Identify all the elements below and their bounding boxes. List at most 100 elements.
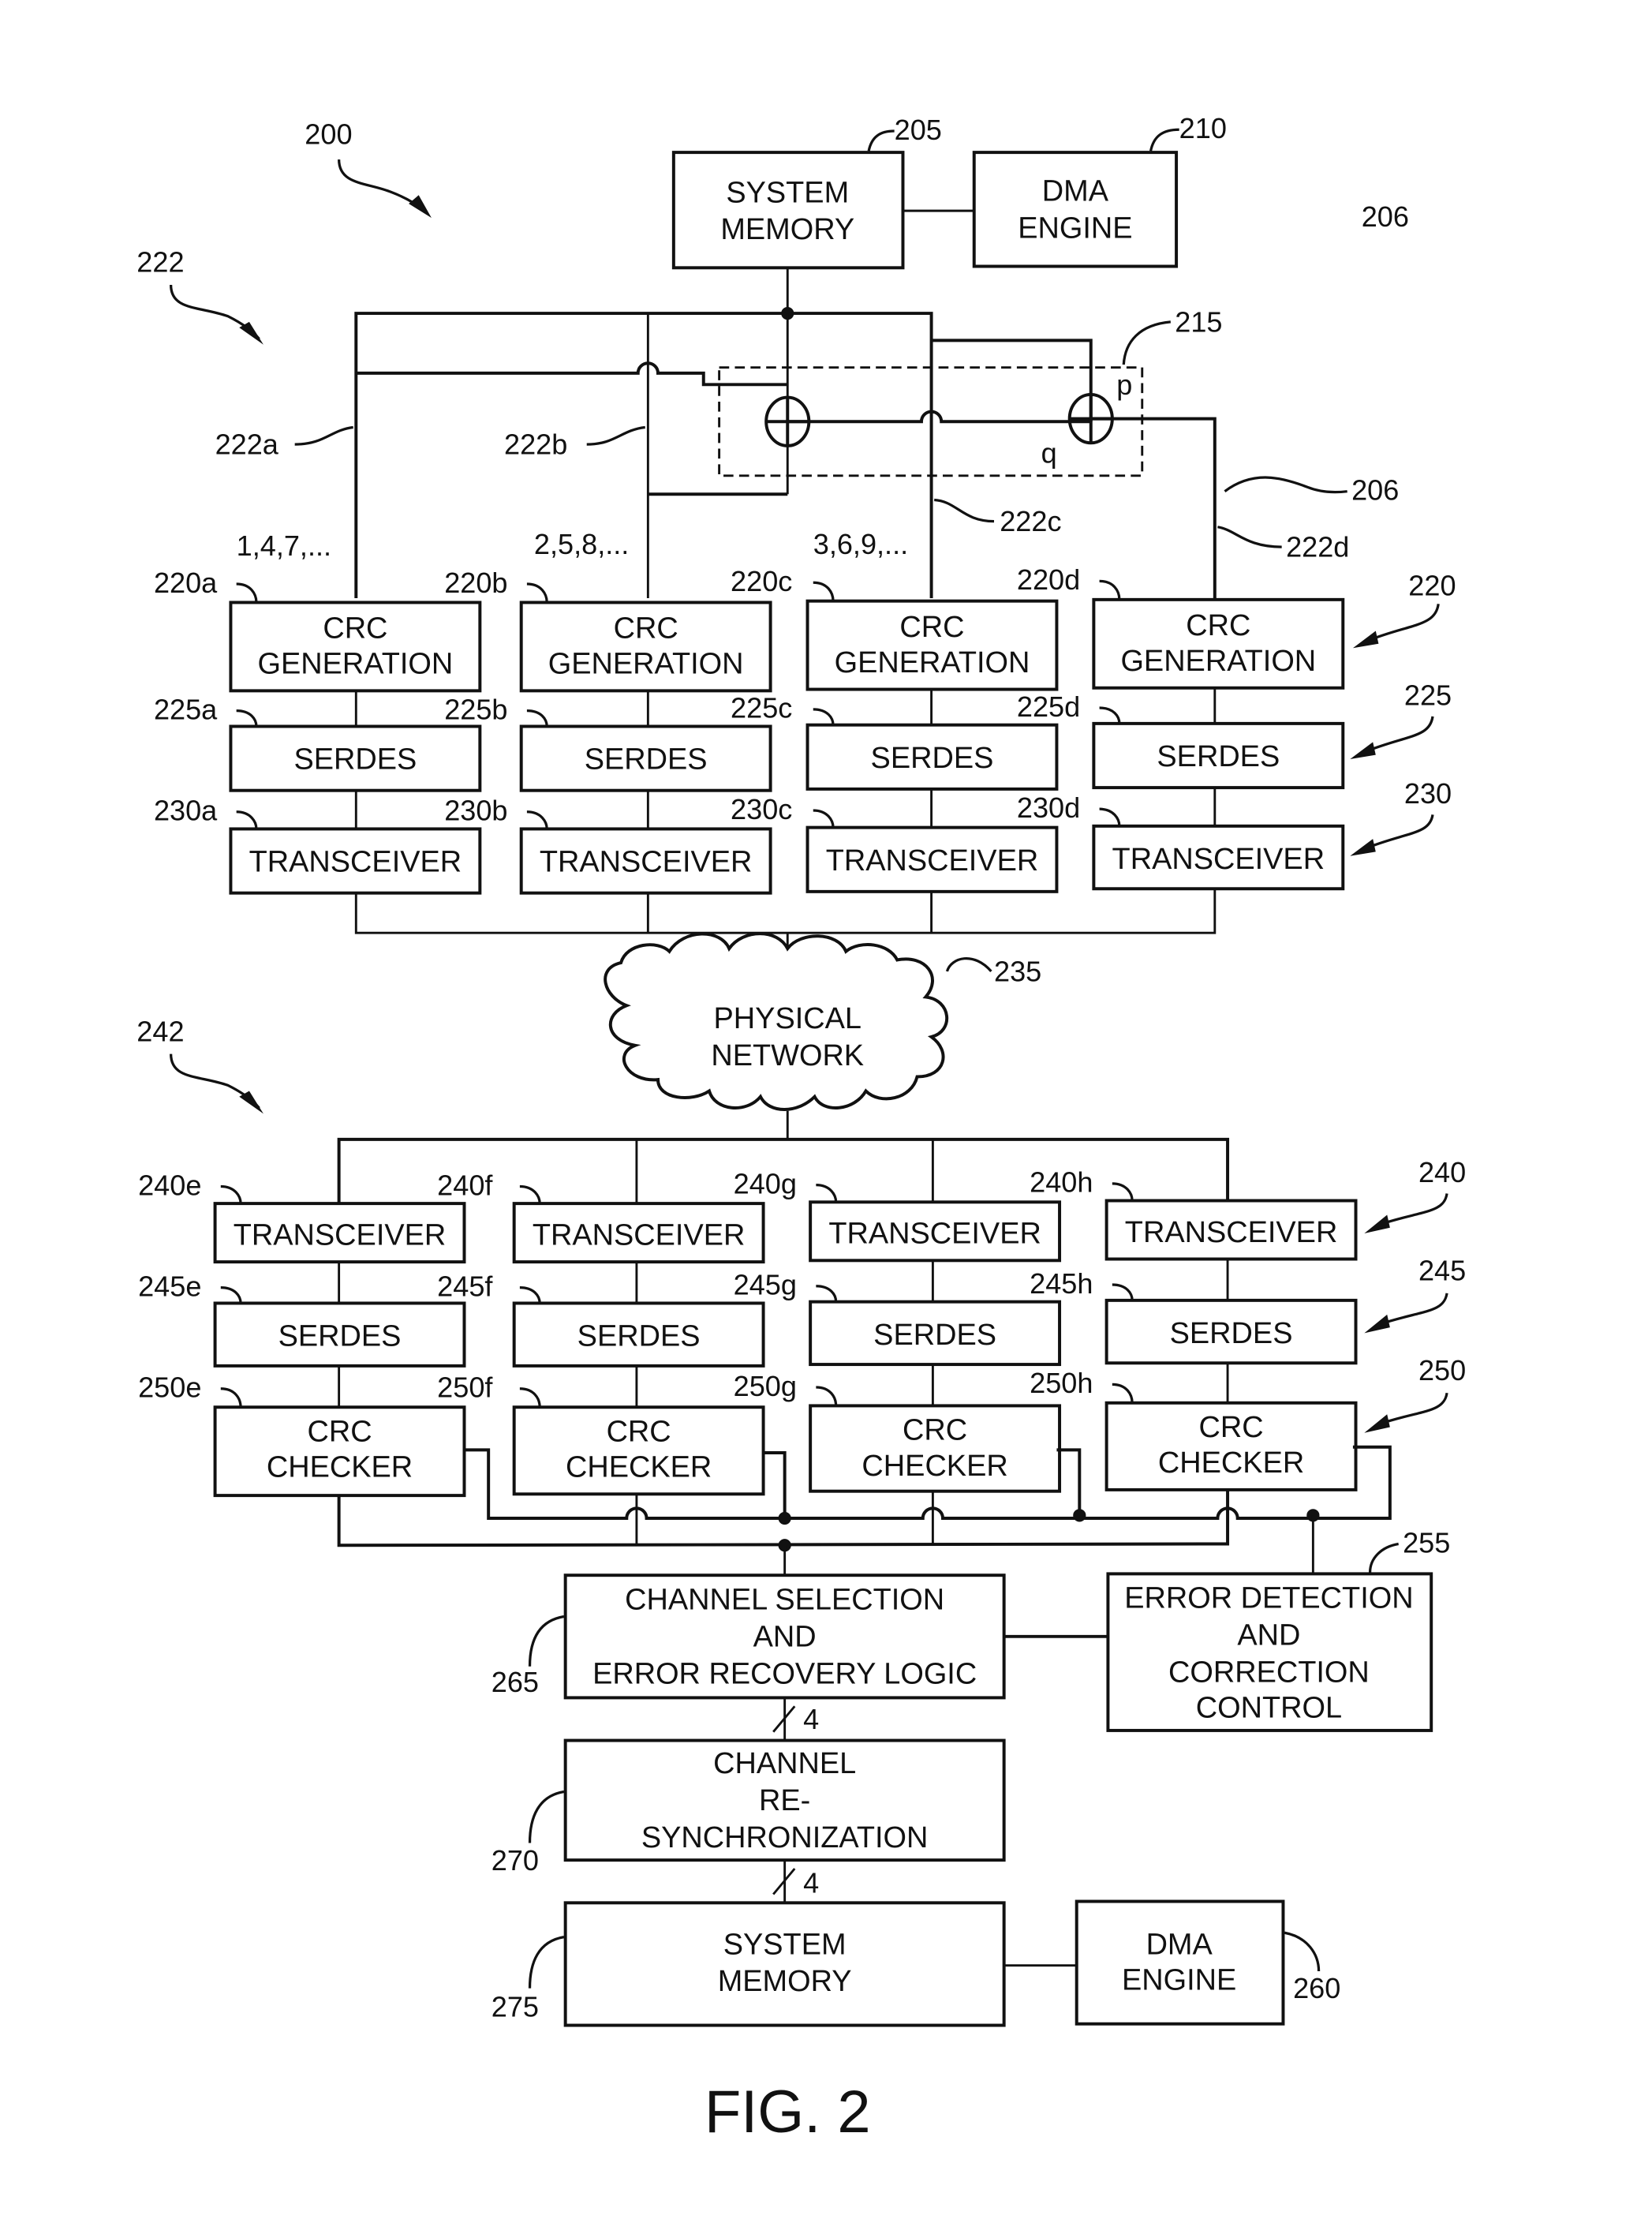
ref-222c-leader xyxy=(934,498,995,523)
network-line-2: NETWORK xyxy=(711,1039,864,1072)
rx-dma-line-1: DMA xyxy=(1146,1928,1213,1961)
ref-225-arrowhead xyxy=(1350,742,1376,759)
ref-crc-generation: 220b xyxy=(444,567,507,599)
bus-width-2: 4 xyxy=(803,1867,819,1899)
ref-leader xyxy=(816,1386,838,1406)
ref-leader xyxy=(1099,706,1121,724)
resync-line-2: RE- xyxy=(759,1784,810,1817)
ref-250-arrow xyxy=(1377,1392,1448,1426)
serdes-label: SERDES xyxy=(873,1319,996,1352)
ref-230: 230 xyxy=(1404,777,1452,810)
ref-222a: 222a xyxy=(215,428,279,461)
channel-selection-block: CHANNEL SELECTION AND ERROR RECOVERY LOG… xyxy=(563,1574,1006,1700)
ref-220-arrowhead xyxy=(1352,631,1379,649)
ref-225: 225 xyxy=(1404,679,1452,711)
crc-checker-line-2: CHECKER xyxy=(1158,1446,1304,1480)
rx-system-memory-line-1: SYSTEM xyxy=(723,1928,847,1961)
error-detection-line-4: CONTROL xyxy=(1196,1692,1342,1725)
ref-215: 215 xyxy=(1175,306,1222,339)
ref-leader xyxy=(526,582,548,603)
rx-channel-column: TRANSCEIVER 240h SERDES 245h CRCCHECKER 250h xyxy=(1030,1166,1358,1491)
network-line-1: PHYSICAL xyxy=(714,1002,862,1035)
ref-leader xyxy=(1112,1182,1134,1201)
ref-leader xyxy=(526,709,548,727)
seq-1-4-7: 1,4,7,... xyxy=(237,529,331,562)
crc-checker-line-1: CRC xyxy=(607,1416,671,1449)
ref-leader xyxy=(519,1285,541,1304)
ref-serdes: 245f xyxy=(437,1270,493,1302)
ref-222b-leader xyxy=(586,425,645,446)
ref-240: 240 xyxy=(1418,1156,1466,1188)
transceiver-label: TRANSCEIVER xyxy=(826,844,1039,877)
ref-transceiver: 240e xyxy=(138,1169,201,1201)
ref-250-arrowhead xyxy=(1364,1414,1390,1433)
rx-channel-column: TRANSCEIVER 240e SERDES 245e CRCCHECKER 250e xyxy=(138,1169,466,1498)
ref-215-leader xyxy=(1122,320,1171,365)
ref-255-leader xyxy=(1368,1542,1399,1573)
tx-channel-column: CRCGENERATION 220d SERDES 225d TRANSCEIVER 23… xyxy=(1017,563,1345,891)
ref-222a-leader xyxy=(294,425,353,446)
rx-system-memory-block: SYSTEM MEMORY xyxy=(563,1901,1006,2027)
ref-255: 255 xyxy=(1403,1526,1450,1559)
tx-channel-column: CRCGENERATION 220c SERDES 225c TRANSCEIVER 23… xyxy=(731,565,1059,893)
junction-dot xyxy=(778,1511,791,1525)
tx-system-memory-line-2: MEMORY xyxy=(720,213,854,246)
ref-235-leader xyxy=(945,957,992,973)
ref-206-leader xyxy=(1224,476,1347,494)
ref-leader xyxy=(816,1285,838,1302)
ref-leader xyxy=(236,709,258,727)
xor-gate-1 xyxy=(764,395,811,447)
ref-leader xyxy=(236,810,258,829)
xor-p-label: p xyxy=(1116,369,1132,401)
crc-checker-line-1: CRC xyxy=(307,1416,372,1449)
crc-checker-line-1: CRC xyxy=(1199,1411,1264,1444)
ref-250: 250 xyxy=(1418,1354,1466,1386)
ref-245: 245 xyxy=(1418,1255,1466,1287)
ref-222b: 222b xyxy=(504,428,567,461)
ref-transceiver: 240g xyxy=(734,1167,797,1199)
ref-leader xyxy=(1112,1283,1134,1300)
xor-q-label: q xyxy=(1041,437,1057,470)
ref-275-leader xyxy=(528,1936,565,1989)
ref-220: 220 xyxy=(1408,569,1456,601)
ref-leader xyxy=(519,1387,541,1408)
tx-dma-engine-block: DMA ENGINE xyxy=(972,151,1179,268)
crc-checker-line-2: CHECKER xyxy=(566,1451,712,1484)
seq-3-6-9: 3,6,9,... xyxy=(813,528,908,560)
figure-caption: FIG. 2 xyxy=(705,2079,871,2146)
ref-222d-leader xyxy=(1217,526,1282,548)
rx-channel-column: TRANSCEIVER 240g SERDES 245g CRCCHECKER 250g xyxy=(734,1167,1062,1493)
ref-270: 270 xyxy=(491,1844,539,1877)
crc-generation-line-1: CRC xyxy=(1186,609,1250,642)
ref-240-arrowhead xyxy=(1364,1214,1390,1234)
bus-width-1: 4 xyxy=(803,1703,819,1735)
serdes-label: SERDES xyxy=(1170,1317,1293,1350)
ref-230-arrow xyxy=(1363,814,1434,851)
crc-generation-line-2: GENERATION xyxy=(1120,645,1316,678)
ref-222c: 222c xyxy=(1000,505,1061,537)
serdes-label: SERDES xyxy=(293,743,417,776)
ref-245-arrowhead xyxy=(1364,1314,1390,1334)
ref-serdes: 245e xyxy=(138,1270,201,1302)
ref-222: 222 xyxy=(136,246,184,279)
ref-serdes: 225d xyxy=(1017,690,1080,723)
ref-crc-checker: 250e xyxy=(138,1371,201,1404)
tx-channel-column: CRCGENERATION 220b SERDES 225b TRANSCEIVER 23… xyxy=(444,567,772,895)
ref-serdes: 225b xyxy=(444,693,507,725)
transceiver-label: TRANSCEIVER xyxy=(533,1218,746,1252)
crc-generation-line-1: CRC xyxy=(323,612,387,645)
ref-275: 275 xyxy=(491,1991,539,2023)
ref-transceiver: 230b xyxy=(444,795,507,827)
ref-crc-generation: 220a xyxy=(154,567,218,599)
resync-line-1: CHANNEL xyxy=(713,1747,856,1780)
error-detection-block: ERROR DETECTION AND CORRECTION CONTROL xyxy=(1106,1572,1433,1732)
ref-265: 265 xyxy=(491,1666,539,1698)
ref-serdes: 225c xyxy=(731,692,792,724)
rx-dma-line-2: ENGINE xyxy=(1122,1963,1236,1996)
ref-240-arrow xyxy=(1377,1193,1448,1226)
ref-leader xyxy=(816,1184,838,1203)
tx-system-memory-block: SYSTEM MEMORY xyxy=(671,151,905,270)
ref-serdes: 225a xyxy=(154,693,218,725)
ref-leader xyxy=(519,1184,541,1204)
channel-resync-block: CHANNEL RE- SYNCHRONIZATION xyxy=(563,1738,1006,1862)
